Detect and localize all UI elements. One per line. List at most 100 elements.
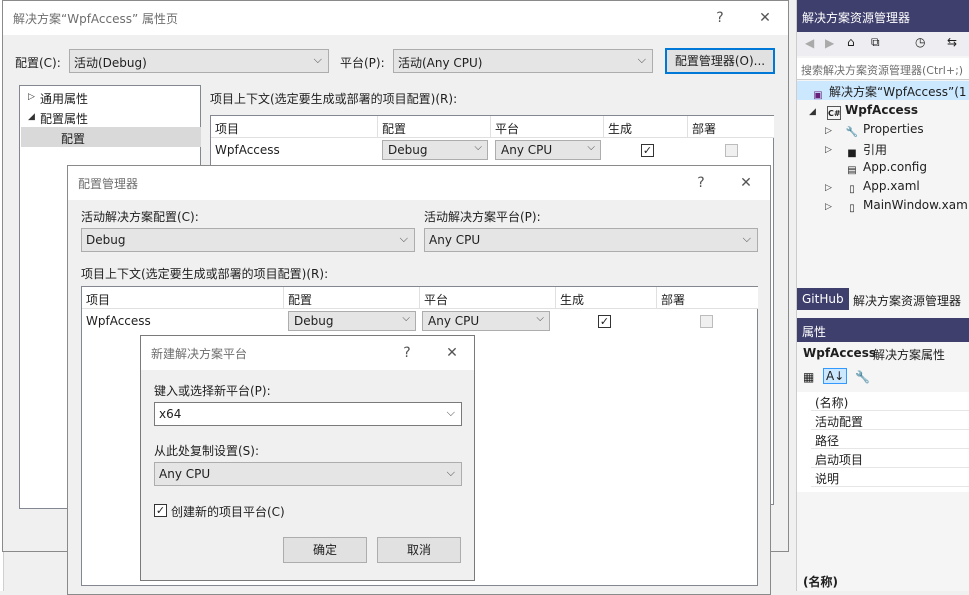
chevron-down-icon: ⌵ bbox=[474, 142, 482, 153]
references-node-label: 引用 bbox=[863, 143, 888, 157]
cm-column-header-config[interactable]: 配置 bbox=[284, 287, 420, 309]
help-icon[interactable]: ? bbox=[396, 342, 418, 364]
property-pages-icon[interactable]: 🔧 bbox=[855, 370, 870, 384]
cm-column-header-build[interactable]: 生成 bbox=[556, 287, 657, 309]
property-pages-titlebar[interactable]: 解决方案“WpfAccess” 属性页 ? ✕ bbox=[3, 1, 788, 35]
properties-title: 属性 bbox=[802, 325, 827, 339]
properties-object-name: WpfAccess bbox=[803, 346, 876, 360]
expand-icon[interactable]: ▷ bbox=[28, 92, 35, 102]
build-checkbox[interactable]: ✓ bbox=[641, 144, 654, 157]
collapse-icon[interactable]: ◢ bbox=[809, 107, 816, 117]
mainwindow-node-label: MainWindow.xaml bbox=[863, 198, 969, 212]
cm-grid-cell-platform-select[interactable]: Any CPU ⌵ bbox=[422, 311, 550, 331]
cm-grid-cell-platform-value: Any CPU bbox=[428, 314, 480, 328]
grid-cell-config-select[interactable]: Debug ⌵ bbox=[382, 140, 488, 160]
alphabetical-icon[interactable]: A↓ bbox=[823, 368, 848, 384]
cm-build-checkbox[interactable]: ✓ bbox=[598, 315, 611, 328]
tree-item-project[interactable]: C# WpfAccess bbox=[827, 103, 918, 120]
history-icon[interactable]: ◷ bbox=[915, 35, 925, 49]
chevron-down-icon: ⌵ bbox=[446, 466, 455, 479]
active-platform-select[interactable]: Any CPU ⌵ bbox=[424, 228, 758, 252]
close-icon[interactable]: ✕ bbox=[441, 342, 463, 364]
tab-solution-explorer[interactable]: 解决方案资源管理器 bbox=[849, 288, 969, 310]
cm-grid-cell-config-value: Debug bbox=[294, 314, 334, 328]
column-header-platform[interactable]: 平台 bbox=[491, 116, 604, 138]
sync-icon[interactable]: ⧉ bbox=[871, 35, 880, 50]
swap-icon[interactable]: ⇆ bbox=[947, 35, 957, 49]
config-select[interactable]: 活动(Debug) ⌵ bbox=[69, 49, 329, 73]
chevron-down-icon: ⌵ bbox=[742, 232, 751, 245]
close-icon[interactable]: ✕ bbox=[754, 7, 776, 29]
grid-cell-platform-value: Any CPU bbox=[501, 143, 553, 157]
create-project-platforms-checkbox[interactable]: ✓ bbox=[154, 504, 167, 517]
expand-icon[interactable]: ▷ bbox=[825, 183, 832, 193]
column-header-build[interactable]: 生成 bbox=[604, 116, 688, 138]
back-icon[interactable]: ◀ bbox=[805, 36, 814, 50]
column-header-config[interactable]: 配置 bbox=[378, 116, 491, 138]
expand-icon[interactable]: ▷ bbox=[825, 145, 832, 155]
config-manager-title: 配置管理器 bbox=[78, 177, 139, 191]
tree-item-config-props[interactable]: 配置属性 bbox=[40, 110, 88, 127]
solution-explorer-search-placeholder: 搜索解决方案资源管理器(Ctrl+;) bbox=[801, 64, 964, 77]
collapse-icon[interactable]: ◢ bbox=[28, 112, 35, 122]
cm-grid-cell-config-select[interactable]: Debug ⌵ bbox=[288, 311, 416, 331]
solution-explorer-search[interactable]: 搜索解决方案资源管理器(Ctrl+;) bbox=[797, 58, 969, 80]
prop-row-path[interactable]: 路径 bbox=[811, 430, 969, 449]
forward-icon[interactable]: ▶ bbox=[825, 36, 834, 50]
cm-column-header-deploy[interactable]: 部署 bbox=[657, 287, 758, 309]
cm-column-header-platform[interactable]: 平台 bbox=[420, 287, 556, 309]
tab-github[interactable]: GitHub bbox=[802, 292, 844, 306]
expand-icon[interactable]: ▷ bbox=[825, 126, 832, 136]
active-config-select[interactable]: Debug ⌵ bbox=[81, 228, 415, 252]
solution-explorer-header: 解决方案资源管理器 bbox=[797, 0, 969, 32]
new-platform-label: 键入或选择新平台(P): bbox=[154, 384, 271, 398]
help-icon[interactable]: ? bbox=[709, 7, 731, 29]
column-header-project[interactable]: 项目 bbox=[211, 116, 378, 138]
chevron-down-icon[interactable]: ⌵ bbox=[447, 406, 455, 420]
help-icon[interactable]: ? bbox=[690, 172, 712, 194]
tree-item-config-selected[interactable]: 配置 bbox=[21, 127, 201, 147]
config-file-icon: ▤ bbox=[847, 165, 857, 176]
solution-explorer-title: 解决方案资源管理器 bbox=[802, 11, 911, 25]
prop-row-active-config[interactable]: 活动配置 bbox=[811, 411, 969, 430]
tree-item-mainwindow[interactable]: ▯ MainWindow.xaml bbox=[845, 198, 969, 216]
csharp-project-icon: C# bbox=[827, 106, 841, 120]
copy-from-value: Any CPU bbox=[159, 467, 211, 481]
config-manager-titlebar[interactable]: 配置管理器 ? ✕ bbox=[68, 166, 770, 200]
close-icon[interactable]: ✕ bbox=[735, 172, 757, 194]
properties-object-type: 解决方案属性 bbox=[873, 348, 946, 362]
config-select-value: 活动(Debug) bbox=[74, 56, 147, 70]
prop-row-name[interactable]: (名称) bbox=[811, 392, 969, 411]
new-platform-titlebar[interactable]: 新建解决方案平台 ? ✕ bbox=[141, 336, 474, 370]
copy-from-select[interactable]: Any CPU ⌵ bbox=[154, 462, 462, 486]
tree-item-app-xaml[interactable]: ▯ App.xaml bbox=[845, 179, 920, 197]
tree-item-solution[interactable]: ▣ 解决方案“WpfAccess”(1 个 bbox=[797, 81, 969, 101]
solution-explorer-toolbar: ◀ ▶ ⌂ ⧉ ◷ ⇆ bbox=[797, 32, 969, 56]
expand-icon[interactable]: ▷ bbox=[825, 202, 832, 212]
explorer-tab-strip: GitHub 解决方案资源管理器 bbox=[797, 288, 969, 310]
active-platform-value: Any CPU bbox=[429, 233, 481, 247]
create-project-platforms-label[interactable]: 创建新的项目平台(C) bbox=[171, 503, 285, 520]
cm-column-header-project[interactable]: 项目 bbox=[82, 287, 284, 309]
column-header-deploy[interactable]: 部署 bbox=[688, 116, 774, 138]
active-config-value: Debug bbox=[86, 233, 126, 247]
new-platform-value: x64 bbox=[159, 407, 182, 421]
tree-item-properties[interactable]: 🔧 Properties bbox=[845, 122, 924, 140]
ok-button[interactable]: 确定 bbox=[283, 537, 367, 563]
tree-item-references[interactable]: ■ 引用 bbox=[845, 141, 887, 161]
chevron-down-icon: ⌵ bbox=[536, 313, 544, 324]
cancel-button[interactable]: 取消 bbox=[377, 537, 461, 563]
categorized-icon[interactable]: ▦ bbox=[803, 370, 814, 384]
home-icon[interactable]: ⌂ bbox=[847, 35, 855, 49]
tree-item-common[interactable]: 通用属性 bbox=[40, 90, 88, 107]
tree-item-app-config[interactable]: ▤ App.config bbox=[845, 160, 927, 178]
new-platform-combo[interactable]: x64 ⌵ bbox=[154, 402, 462, 426]
active-config-label: 活动解决方案配置(C): bbox=[81, 210, 199, 224]
prop-row-startup-project[interactable]: 启动项目 bbox=[811, 449, 969, 468]
grid-cell-platform-select[interactable]: Any CPU ⌵ bbox=[495, 140, 601, 160]
config-manager-button[interactable]: 配置管理器(O)... bbox=[665, 48, 775, 74]
platform-select[interactable]: 活动(Any CPU) ⌵ bbox=[393, 49, 653, 73]
solution-node-label: 解决方案“WpfAccess”(1 个 bbox=[829, 85, 969, 99]
prop-row-description[interactable]: 说明 bbox=[811, 468, 969, 487]
solution-icon: ▣ bbox=[813, 90, 823, 101]
